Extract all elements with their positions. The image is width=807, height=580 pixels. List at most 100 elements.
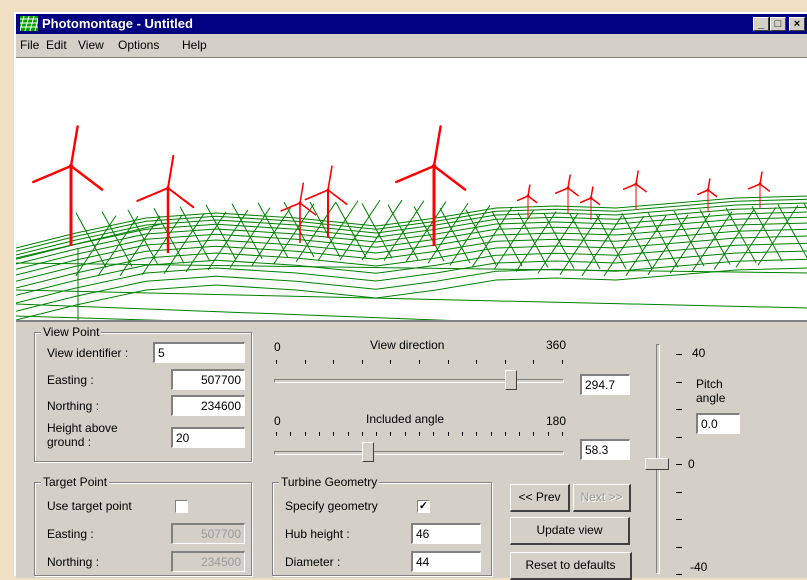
slider-tick (476, 360, 477, 364)
pitch-tick (676, 409, 682, 410)
target-point-group: Target Point Use target point Easting : … (34, 475, 252, 576)
pitch-zero-label: 0 (688, 457, 695, 471)
turbine-hub (326, 188, 330, 192)
turbine-hub (566, 186, 570, 190)
slider-tick (390, 360, 391, 364)
slider-tick (333, 360, 334, 364)
target-point-legend: Target Point (41, 475, 110, 489)
turbine-hub (758, 182, 762, 186)
pitch-tick (676, 574, 682, 575)
turbine-blade (527, 184, 531, 197)
slider-tick (562, 360, 563, 364)
height-field[interactable]: 20 (171, 427, 245, 448)
view-direction-track[interactable] (274, 379, 564, 383)
wireframe-scene (16, 125, 807, 320)
turbine-geometry-group: Turbine Geometry Specify geometry ✓ Hub … (272, 475, 492, 576)
turbine-blade (280, 202, 301, 212)
pitch-label-line2: angle (696, 391, 726, 405)
pitch-tick (676, 354, 682, 355)
view-direction-thumb[interactable] (505, 370, 518, 390)
view-identifier-field[interactable]: 5 (153, 342, 245, 363)
pitch-tick (676, 464, 682, 465)
slider-tick (462, 432, 463, 436)
turbine-blade (395, 164, 436, 184)
menu-edit[interactable]: Edit (46, 38, 67, 52)
turbine-blade (432, 125, 442, 168)
northing-label: Northing : (47, 399, 100, 413)
turbine-blade (327, 165, 333, 191)
target-easting-label: Easting : (47, 527, 94, 541)
included-angle-field[interactable]: 58.3 (580, 439, 630, 460)
view-direction-title: View direction (370, 338, 445, 352)
turbine-blade (554, 187, 569, 194)
view-point-group: View Point View identifier : 5 Easting :… (34, 325, 252, 462)
turbine-blade (759, 171, 763, 185)
slider-tick (505, 360, 506, 364)
photomontage-viewport[interactable] (16, 57, 807, 322)
turbine-blade (635, 170, 639, 185)
pitch-thumb[interactable] (645, 458, 669, 470)
use-target-checkbox[interactable] (175, 500, 188, 513)
height-label-line2: ground : (47, 435, 92, 449)
slider-tick (305, 360, 306, 364)
slider-tick (362, 432, 363, 436)
northing-field[interactable]: 234600 (171, 395, 245, 416)
turbine-hub (634, 182, 638, 186)
slider-tick (390, 432, 391, 436)
slider-tick (333, 432, 334, 436)
menu-help[interactable]: Help (182, 38, 207, 52)
slider-tick (505, 432, 506, 436)
slider-tick (533, 432, 534, 436)
slider-tick (276, 432, 277, 436)
included-angle-max: 180 (546, 414, 567, 428)
turbine-hub (298, 201, 302, 205)
included-angle-track[interactable] (274, 451, 564, 455)
turbine-hub (589, 196, 593, 200)
turbine-tower (527, 196, 529, 218)
turbine-blade (707, 178, 711, 191)
slider-tick (519, 432, 520, 436)
pitch-angle-field[interactable]: 0.0 (696, 413, 740, 434)
slider-tick (533, 360, 534, 364)
turbine-hub (68, 163, 74, 169)
turbine-blade (747, 183, 761, 190)
minimize-button[interactable]: _ (753, 17, 769, 31)
target-northing-field[interactable]: 234500 (171, 551, 245, 572)
turbine-blade (32, 164, 73, 184)
menu-options[interactable]: Options (118, 38, 159, 52)
turbine-blade (299, 182, 305, 204)
specify-geometry-checkbox[interactable]: ✓ (417, 500, 430, 513)
turbine-blade (707, 189, 718, 198)
view-direction-field[interactable]: 294.7 (580, 374, 630, 395)
included-angle-min: 0 (274, 414, 281, 428)
turbine-blade (136, 187, 169, 202)
maximize-button[interactable]: □ (770, 17, 786, 31)
menu-view[interactable]: View (78, 38, 104, 52)
included-angle-thumb[interactable] (361, 442, 374, 462)
turbine-blade (696, 189, 709, 196)
turbine-blade (622, 183, 637, 190)
menu-file[interactable]: File (20, 38, 39, 52)
close-button[interactable]: × (789, 17, 805, 31)
included-angle-title: Included angle (366, 412, 445, 426)
slider-tick (305, 432, 306, 436)
close-icon: × (793, 18, 801, 30)
turbine-blade (590, 197, 601, 206)
turbine-blade (69, 125, 79, 168)
update-view-button[interactable]: Update view (510, 517, 630, 545)
easting-field[interactable]: 507700 (171, 369, 245, 390)
hub-height-field[interactable]: 46 (411, 523, 481, 544)
diameter-field[interactable]: 44 (411, 551, 481, 572)
view-point-legend: View Point (41, 325, 102, 339)
slider-tick (376, 432, 377, 436)
turbine-blade (590, 186, 594, 199)
terrain-wireframe (16, 195, 807, 320)
next-button[interactable]: Next >> (573, 484, 631, 512)
prev-button[interactable]: << Prev (510, 484, 570, 512)
slider-tick (491, 432, 492, 436)
turbine-tower (69, 166, 73, 246)
target-easting-field[interactable]: 507700 (171, 523, 245, 544)
turbine-blade (432, 164, 467, 191)
view-direction-max: 360 (546, 338, 567, 352)
turbine-tower (707, 190, 709, 212)
